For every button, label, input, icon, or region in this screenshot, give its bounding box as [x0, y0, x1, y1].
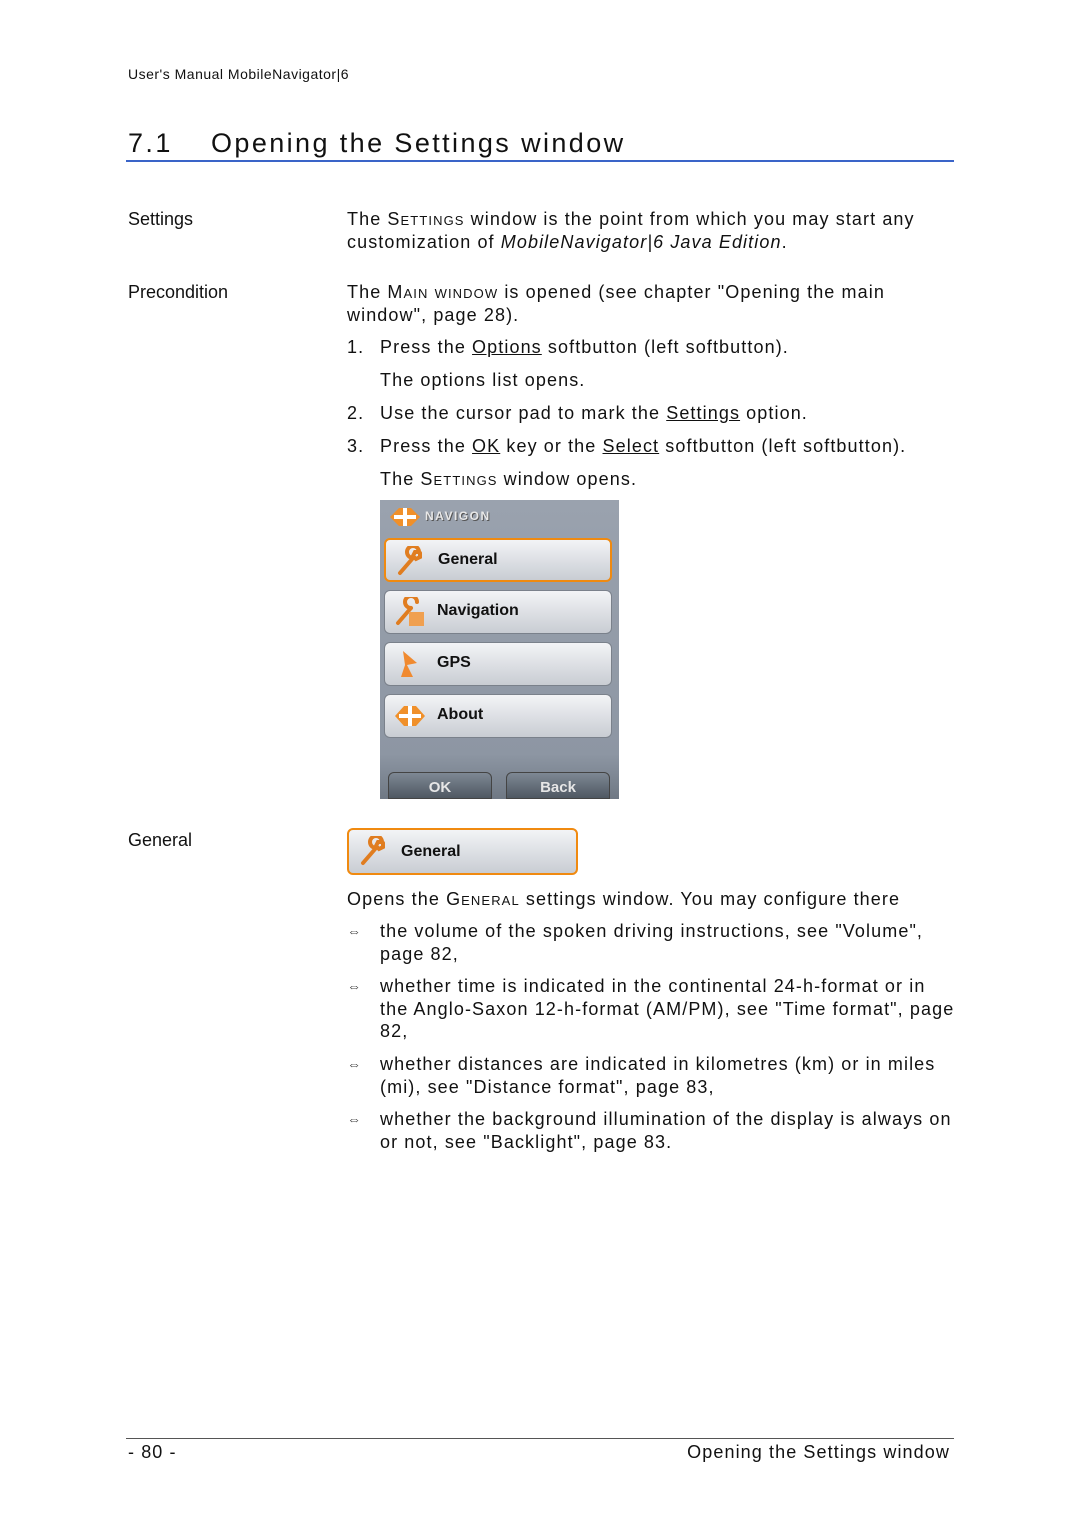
- satellite-dish-icon: [401, 651, 417, 677]
- running-header: User's Manual MobileNavigator|6: [128, 66, 350, 82]
- section-number: 7.1: [128, 128, 173, 158]
- step-1-result: The options list opens.: [380, 370, 586, 390]
- settings-paragraph: The Settings window is the point from wh…: [347, 209, 915, 252]
- menu-item-about[interactable]: About: [384, 694, 612, 738]
- bullet-item: ⇔ whether distances are indicated in kilo…: [347, 1054, 936, 1097]
- bullet-item: ⇔ the volume of the spoken driving instru…: [347, 921, 924, 964]
- wrench-icon: [398, 546, 422, 575]
- navigon-logo-icon: [390, 508, 420, 526]
- step-3-result: The Settings window opens.: [380, 469, 638, 489]
- step-1: 1. Press the Options softbutton (left sof…: [347, 337, 789, 357]
- settings-screenshot: NAVIGON General Navigation GPS About OK …: [380, 500, 619, 799]
- back-softbutton[interactable]: Back: [506, 772, 610, 799]
- heading-rule: [126, 160, 954, 162]
- menu-item-general[interactable]: General: [384, 538, 612, 582]
- footer-rule: [126, 1438, 954, 1439]
- general-button: General: [347, 828, 578, 875]
- footer-title: Opening the Settings window: [687, 1442, 950, 1462]
- page-number: - 80 -: [128, 1442, 177, 1462]
- double-arrow-icon: ⇔: [347, 923, 363, 939]
- step-2: 2. Use the cursor pad to mark the Setting…: [347, 403, 808, 423]
- double-arrow-icon: ⇔: [347, 1111, 363, 1127]
- step-3: 3. Press the OK key or the Select softbut…: [347, 436, 907, 456]
- label-precondition: Precondition: [128, 282, 229, 302]
- general-intro: Opens the General settings window. You m…: [347, 889, 901, 909]
- navigon-logo-icon: [395, 706, 425, 726]
- bullet-item: ⇔ whether time is indicated in the contin…: [347, 976, 955, 1041]
- label-settings: Settings: [128, 209, 194, 229]
- section-heading: 7.1 Opening the Settings window: [128, 128, 626, 159]
- wrench-icon: [361, 836, 385, 865]
- menu-item-gps[interactable]: GPS: [384, 642, 612, 686]
- brand-name: NAVIGON: [425, 509, 491, 523]
- document-page: User's Manual MobileNavigator|6 7.1 Openi…: [0, 0, 1080, 1527]
- general-button-image: General: [347, 828, 578, 875]
- section-title: Opening the Settings window: [211, 128, 626, 158]
- precondition-paragraph: The Main window is opened (see chapter "…: [347, 282, 885, 325]
- label-general: General: [128, 830, 193, 850]
- bullet-item: ⇔ whether the background illumination of …: [347, 1109, 952, 1152]
- menu-item-navigation[interactable]: Navigation: [384, 590, 612, 634]
- double-arrow-icon: ⇔: [347, 1056, 363, 1072]
- double-arrow-icon: ⇔: [347, 978, 363, 994]
- wrench-map-icon: [396, 597, 424, 626]
- ok-softbutton[interactable]: OK: [388, 772, 492, 799]
